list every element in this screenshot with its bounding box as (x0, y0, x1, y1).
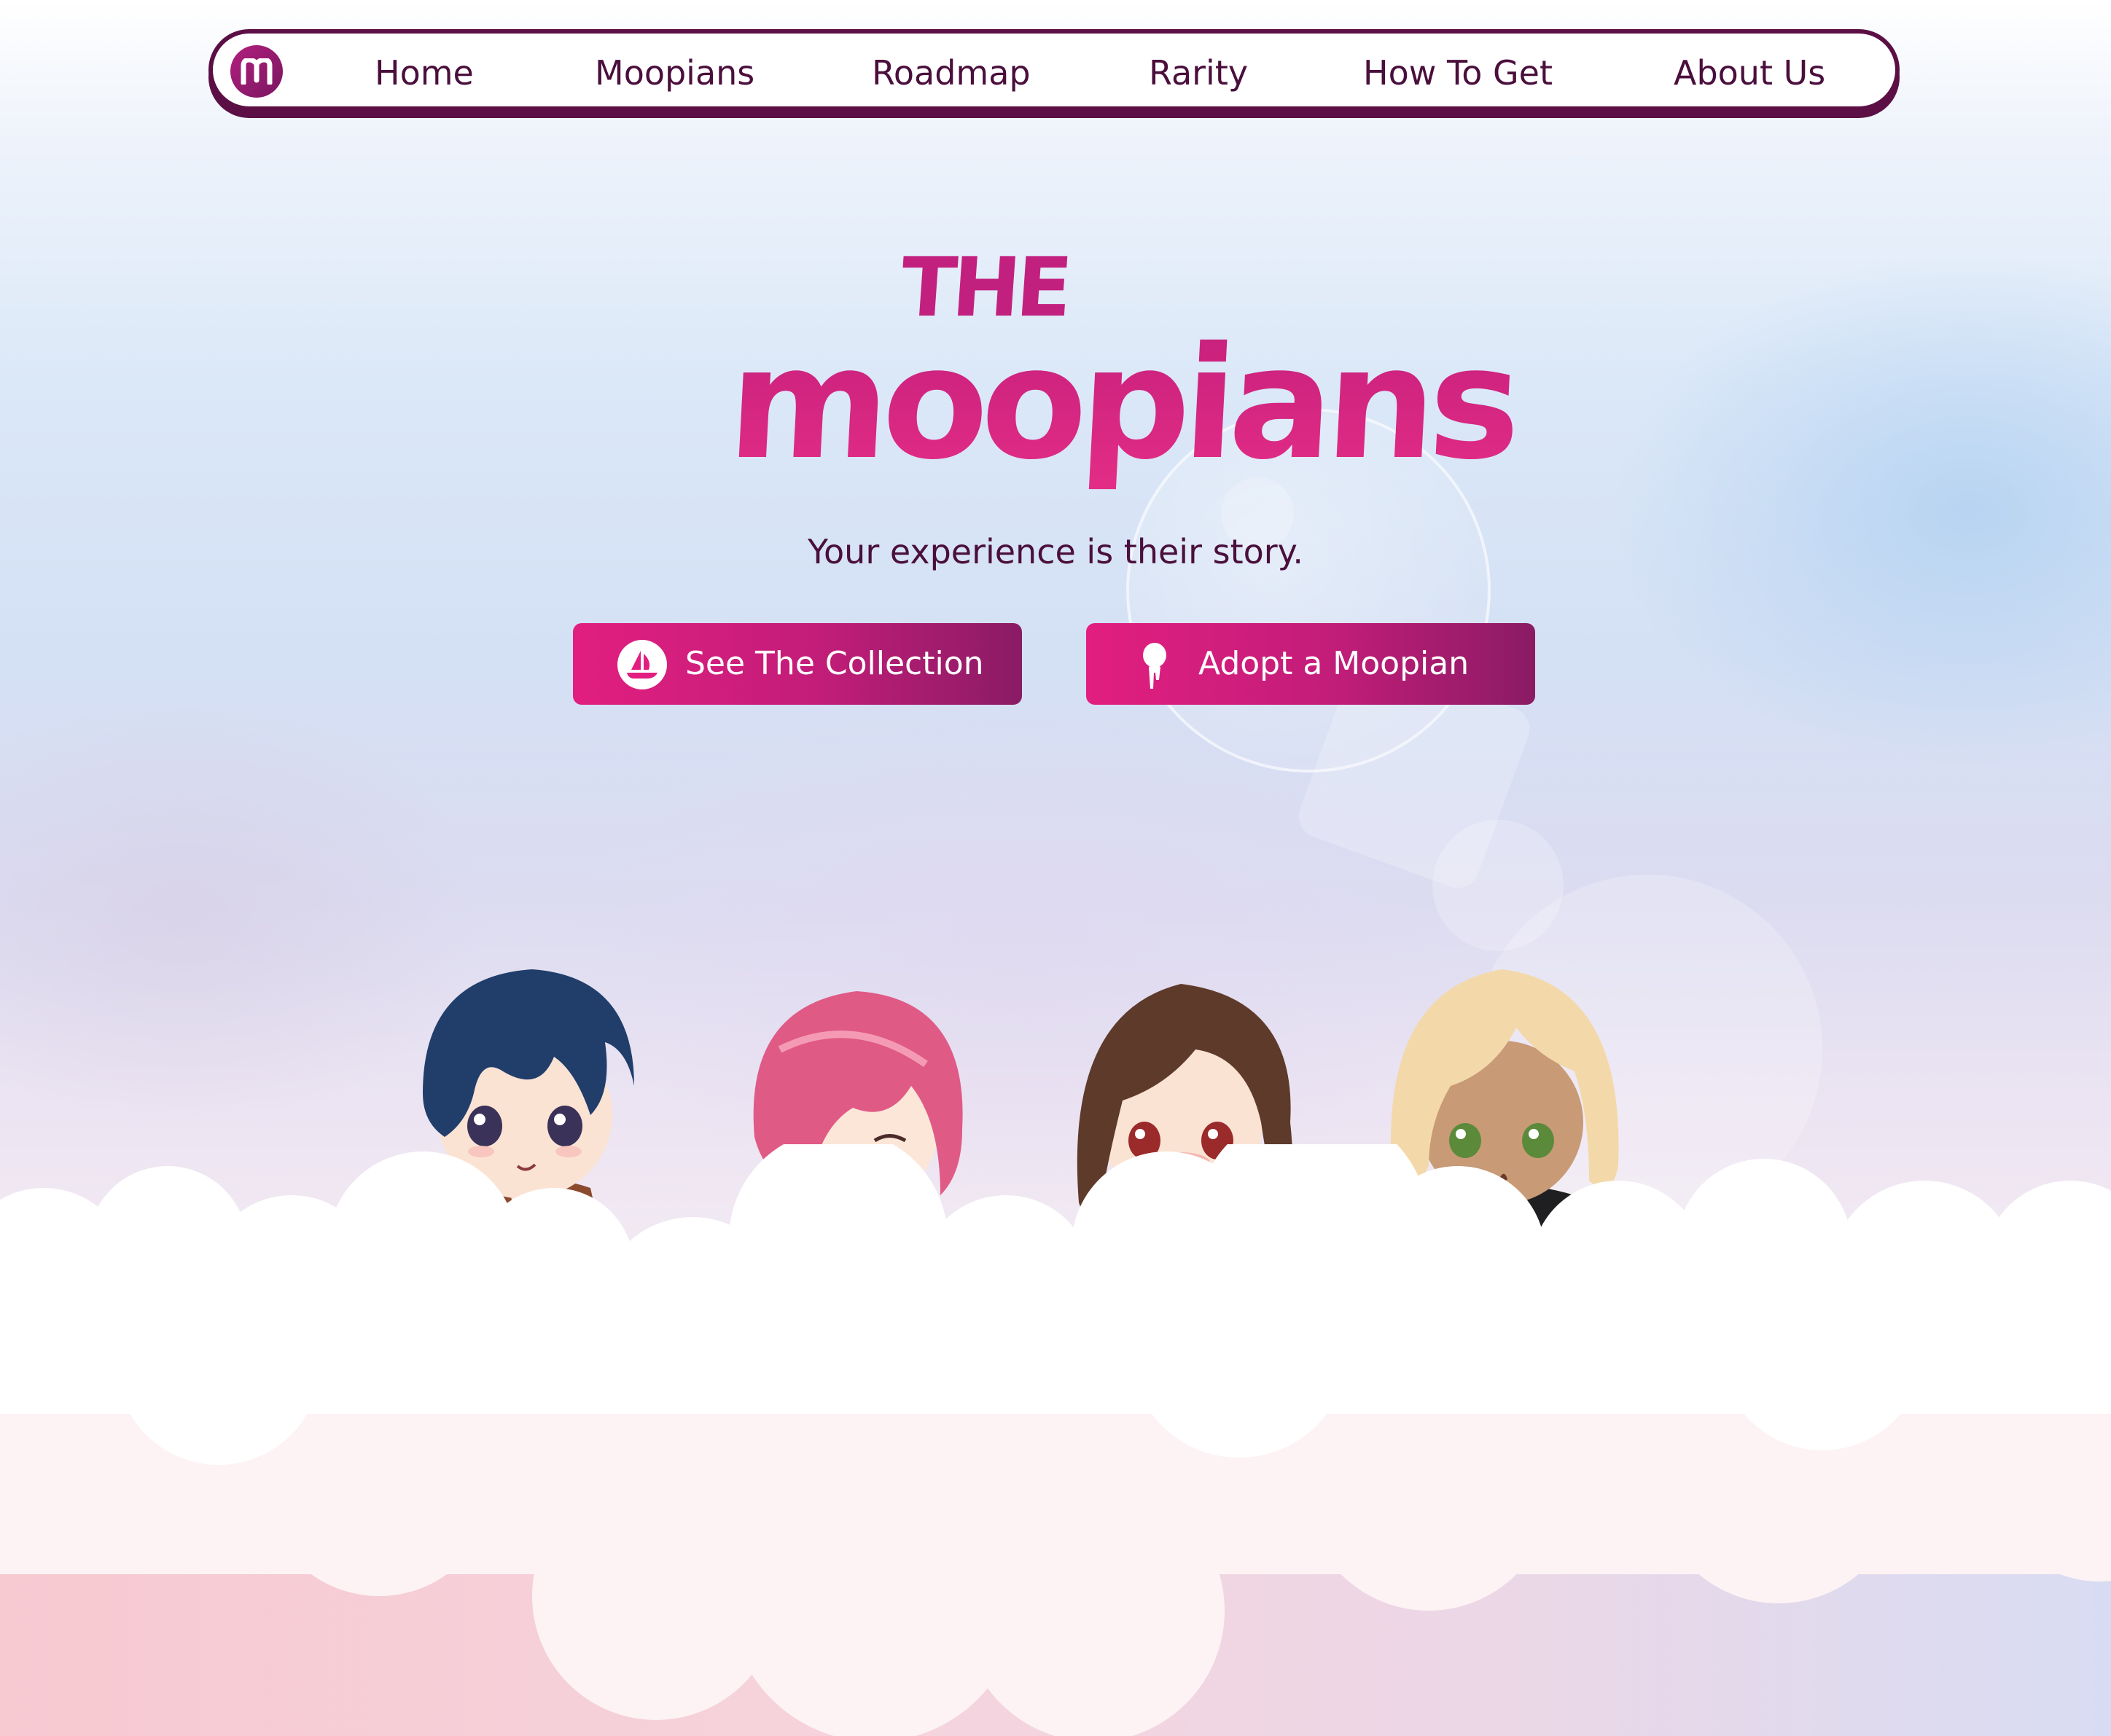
nav-roadmap[interactable]: Roadmap (872, 51, 1031, 95)
adopt-moopian-label: Adopt a Moopian (1198, 645, 1470, 682)
adopt-moopian-button[interactable]: Adopt a Moopian (1086, 623, 1535, 705)
nav-moopians[interactable]: Moopians (595, 51, 754, 95)
logo-m-glyph (241, 58, 273, 85)
hero-tagline: Your experience is their story. (808, 532, 1303, 571)
nav-how-to-get[interactable]: How To Get (1363, 51, 1553, 95)
nav-rarity[interactable]: Rarity (1149, 51, 1248, 95)
nav-home[interactable]: Home (375, 51, 474, 95)
top-navigation-bar: Home Moopians Roadmap Rarity How To Get … (208, 29, 1900, 111)
moopian-figure-icon (1143, 643, 1166, 689)
nav-about-us[interactable]: About Us (1674, 51, 1825, 95)
hero-logo: THE moopians (725, 241, 1519, 510)
logo-moopians-text: moopians (724, 313, 1519, 493)
cloud-layer (0, 1144, 2111, 1736)
moopians-logo-icon[interactable] (230, 45, 283, 98)
opensea-boat-icon (617, 640, 667, 689)
see-collection-button[interactable]: See The Collection (573, 623, 1022, 705)
see-collection-label: See The Collection (685, 645, 984, 682)
